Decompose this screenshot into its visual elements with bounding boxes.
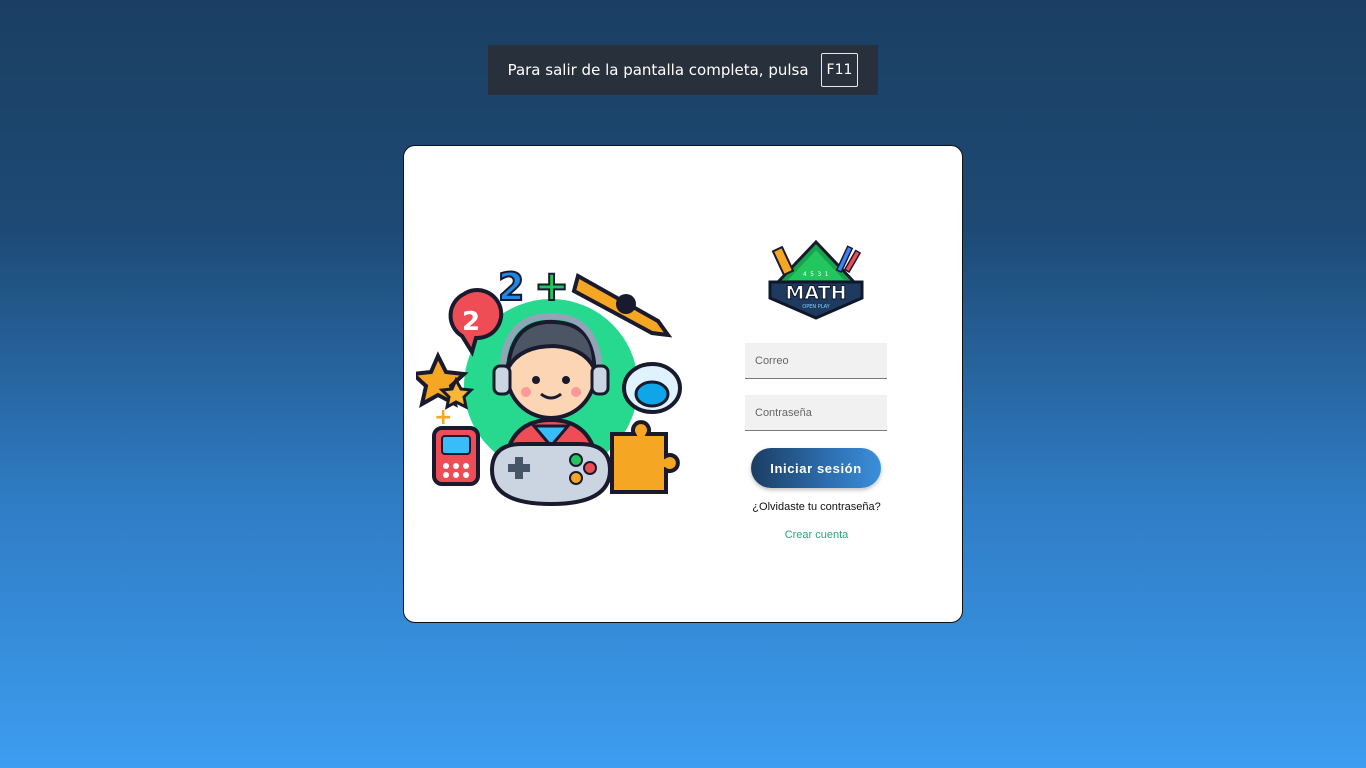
badge-digit: 2: [462, 307, 480, 337]
password-input[interactable]: [745, 395, 887, 431]
logo-subtitle: OPEN PLAY: [802, 304, 830, 310]
logo-numbers: 4 5 3 1: [803, 271, 829, 278]
login-card: 2 2 + + 4 5 3 1 MATH OPEN PLAY Correo In…: [403, 145, 963, 623]
equation-digit: 2: [498, 265, 524, 309]
plus-sign: +: [534, 261, 569, 310]
create-account-link[interactable]: Crear cuenta: [734, 529, 899, 541]
child-gamer-math-illustration: 2 2 + +: [416, 260, 682, 507]
email-input[interactable]: [745, 343, 887, 379]
f11-key: F11: [820, 53, 859, 87]
login-button[interactable]: Iniciar sesión: [751, 448, 881, 488]
math-open-play-logo: 4 5 3 1 MATH OPEN PLAY: [768, 240, 864, 320]
fullscreen-notice-text: Para salir de la pantalla completa, puls…: [507, 61, 809, 79]
forgot-password-link[interactable]: ¿Olvidaste tu contraseña?: [734, 501, 899, 513]
logo-title: MATH: [786, 282, 847, 304]
fullscreen-notice: Para salir de la pantalla completa, puls…: [488, 45, 878, 95]
